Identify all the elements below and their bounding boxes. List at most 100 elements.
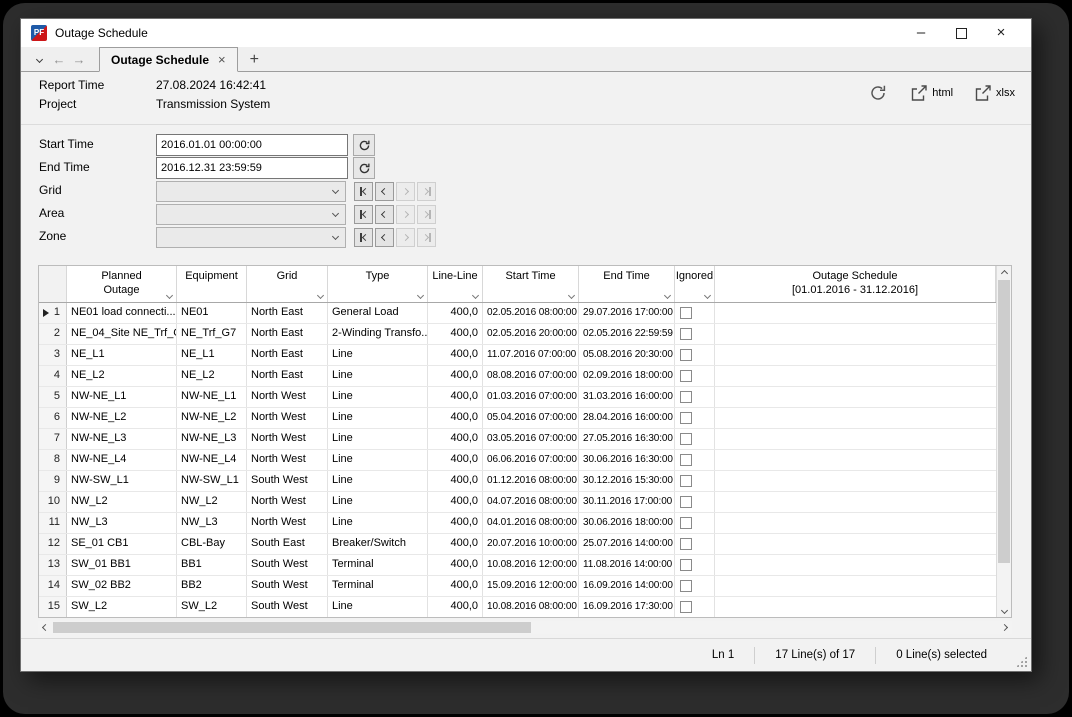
- resize-grip[interactable]: [1016, 656, 1027, 667]
- grid-prev-button[interactable]: [375, 182, 394, 201]
- refresh-report-button[interactable]: [867, 82, 889, 104]
- maximize-button[interactable]: [941, 19, 981, 47]
- area-dropdown[interactable]: [156, 204, 346, 225]
- grid-dropdown[interactable]: [156, 181, 346, 202]
- table-row[interactable]: 6NW-NE_L2NW-NE_L2North WestLine400,005.0…: [39, 408, 996, 429]
- ignored-checkbox[interactable]: [680, 391, 692, 403]
- minimize-button[interactable]: –: [901, 19, 941, 47]
- row-header[interactable]: 14: [39, 576, 67, 596]
- ignored-checkbox[interactable]: [680, 370, 692, 382]
- vertical-scrollbar-track[interactable]: [997, 280, 1011, 603]
- zone-first-button[interactable]: [354, 228, 373, 247]
- start-time-input[interactable]: [156, 134, 348, 156]
- zone-prev-button[interactable]: [375, 228, 394, 247]
- table-row[interactable]: 11NW_L3NW_L3North WestLine400,004.01.201…: [39, 513, 996, 534]
- column-header-lineline[interactable]: Line-Line: [428, 266, 483, 302]
- tab-close-icon[interactable]: ×: [218, 53, 226, 66]
- zone-last-button[interactable]: [417, 228, 436, 247]
- grid-last-button[interactable]: [417, 182, 436, 201]
- table-row[interactable]: 12SE_01 CB1CBL-BaySouth EastBreaker/Swit…: [39, 534, 996, 555]
- column-filter-chevron-icon[interactable]: [704, 292, 711, 299]
- new-tab-button[interactable]: +: [250, 49, 259, 71]
- table-row[interactable]: 4NE_L2NE_L2North EastLine400,008.08.2016…: [39, 366, 996, 387]
- area-last-button[interactable]: [417, 205, 436, 224]
- table-row[interactable]: 14SW_02 BB2BB2South WestTerminal400,015.…: [39, 576, 996, 597]
- column-filter-chevron-icon[interactable]: [317, 292, 324, 299]
- column-filter-chevron-icon[interactable]: [472, 292, 479, 299]
- tab-outage-schedule[interactable]: Outage Schedule ×: [99, 47, 238, 72]
- ignored-checkbox[interactable]: [680, 601, 692, 613]
- horizontal-scrollbar-thumb[interactable]: [53, 622, 531, 633]
- ignored-checkbox[interactable]: [680, 454, 692, 466]
- column-header-schedule[interactable]: Outage Schedule[01.01.2016 - 31.12.2016]: [715, 266, 996, 302]
- row-header[interactable]: 5: [39, 387, 67, 407]
- export-html-button[interactable]: html: [909, 83, 953, 103]
- export-xlsx-button[interactable]: xlsx: [973, 83, 1015, 103]
- vertical-scrollbar[interactable]: [996, 266, 1011, 617]
- column-header-planned[interactable]: PlannedOutage: [67, 266, 177, 302]
- ignored-checkbox[interactable]: [680, 349, 692, 361]
- ignored-checkbox[interactable]: [680, 307, 692, 319]
- zone-next-button[interactable]: [396, 228, 415, 247]
- start-time-reset-button[interactable]: [353, 134, 375, 156]
- end-time-input[interactable]: [156, 157, 348, 179]
- row-header[interactable]: 8: [39, 450, 67, 470]
- vertical-scrollbar-thumb[interactable]: [998, 280, 1010, 563]
- table-row[interactable]: 8NW-NE_L4NW-NE_L4North WestLine400,006.0…: [39, 450, 996, 471]
- row-header[interactable]: 9: [39, 471, 67, 491]
- grid-next-button[interactable]: [396, 182, 415, 201]
- column-filter-chevron-icon[interactable]: [417, 292, 424, 299]
- row-header[interactable]: 2: [39, 324, 67, 344]
- navigate-forward-button[interactable]: →: [69, 49, 89, 71]
- row-header[interactable]: 11: [39, 513, 67, 533]
- row-header[interactable]: 6: [39, 408, 67, 428]
- column-filter-chevron-icon[interactable]: [568, 292, 575, 299]
- table-row[interactable]: 2NE_04_Site NE_Trf_G7NE_Trf_G7North East…: [39, 324, 996, 345]
- column-header-end[interactable]: End Time: [579, 266, 675, 302]
- scroll-left-button[interactable]: [38, 621, 53, 634]
- row-header[interactable]: 3: [39, 345, 67, 365]
- navigate-back-button[interactable]: ←: [49, 49, 69, 71]
- column-header-type[interactable]: Type: [328, 266, 428, 302]
- row-header[interactable]: 10: [39, 492, 67, 512]
- row-header[interactable]: 12: [39, 534, 67, 554]
- scroll-up-button[interactable]: [997, 266, 1011, 280]
- table-row[interactable]: 1NE01 load connecti...NE01North EastGene…: [39, 303, 996, 324]
- table-row[interactable]: 5NW-NE_L1NW-NE_L1North WestLine400,001.0…: [39, 387, 996, 408]
- zone-dropdown[interactable]: [156, 227, 346, 248]
- area-prev-button[interactable]: [375, 205, 394, 224]
- area-first-button[interactable]: [354, 205, 373, 224]
- column-header-grid[interactable]: Grid: [247, 266, 328, 302]
- row-header[interactable]: 4: [39, 366, 67, 386]
- column-header-start[interactable]: Start Time: [483, 266, 579, 302]
- area-next-button[interactable]: [396, 205, 415, 224]
- column-filter-chevron-icon[interactable]: [664, 292, 671, 299]
- ignored-checkbox[interactable]: [680, 475, 692, 487]
- scroll-right-button[interactable]: [997, 621, 1012, 634]
- ignored-checkbox[interactable]: [680, 496, 692, 508]
- table-row[interactable]: 13SW_01 BB1BB1South WestTerminal400,010.…: [39, 555, 996, 576]
- horizontal-scrollbar[interactable]: [38, 621, 1012, 634]
- close-button[interactable]: ×: [981, 19, 1021, 47]
- table-row[interactable]: 7NW-NE_L3NW-NE_L3North WestLine400,003.0…: [39, 429, 996, 450]
- tab-list-dropdown-button[interactable]: [29, 49, 49, 71]
- ignored-checkbox[interactable]: [680, 517, 692, 529]
- table-row[interactable]: 15SW_L2SW_L2South WestLine400,010.08.201…: [39, 597, 996, 617]
- ignored-checkbox[interactable]: [680, 328, 692, 340]
- grid-first-button[interactable]: [354, 182, 373, 201]
- table-row[interactable]: 9NW-SW_L1NW-SW_L1South WestLine400,001.1…: [39, 471, 996, 492]
- table-row[interactable]: 3NE_L1NE_L1North EastLine400,011.07.2016…: [39, 345, 996, 366]
- table-row[interactable]: 10NW_L2NW_L2North WestLine400,004.07.201…: [39, 492, 996, 513]
- row-header[interactable]: 13: [39, 555, 67, 575]
- column-header-equipment[interactable]: Equipment: [177, 266, 247, 302]
- ignored-checkbox[interactable]: [680, 538, 692, 550]
- horizontal-scrollbar-track[interactable]: [53, 621, 997, 634]
- ignored-checkbox[interactable]: [680, 433, 692, 445]
- row-header[interactable]: 7: [39, 429, 67, 449]
- ignored-checkbox[interactable]: [680, 412, 692, 424]
- column-header-ignored[interactable]: Ignored: [675, 266, 715, 302]
- end-time-reset-button[interactable]: [353, 157, 375, 179]
- ignored-checkbox[interactable]: [680, 559, 692, 571]
- row-header[interactable]: 1: [39, 303, 67, 323]
- row-header[interactable]: 15: [39, 597, 67, 617]
